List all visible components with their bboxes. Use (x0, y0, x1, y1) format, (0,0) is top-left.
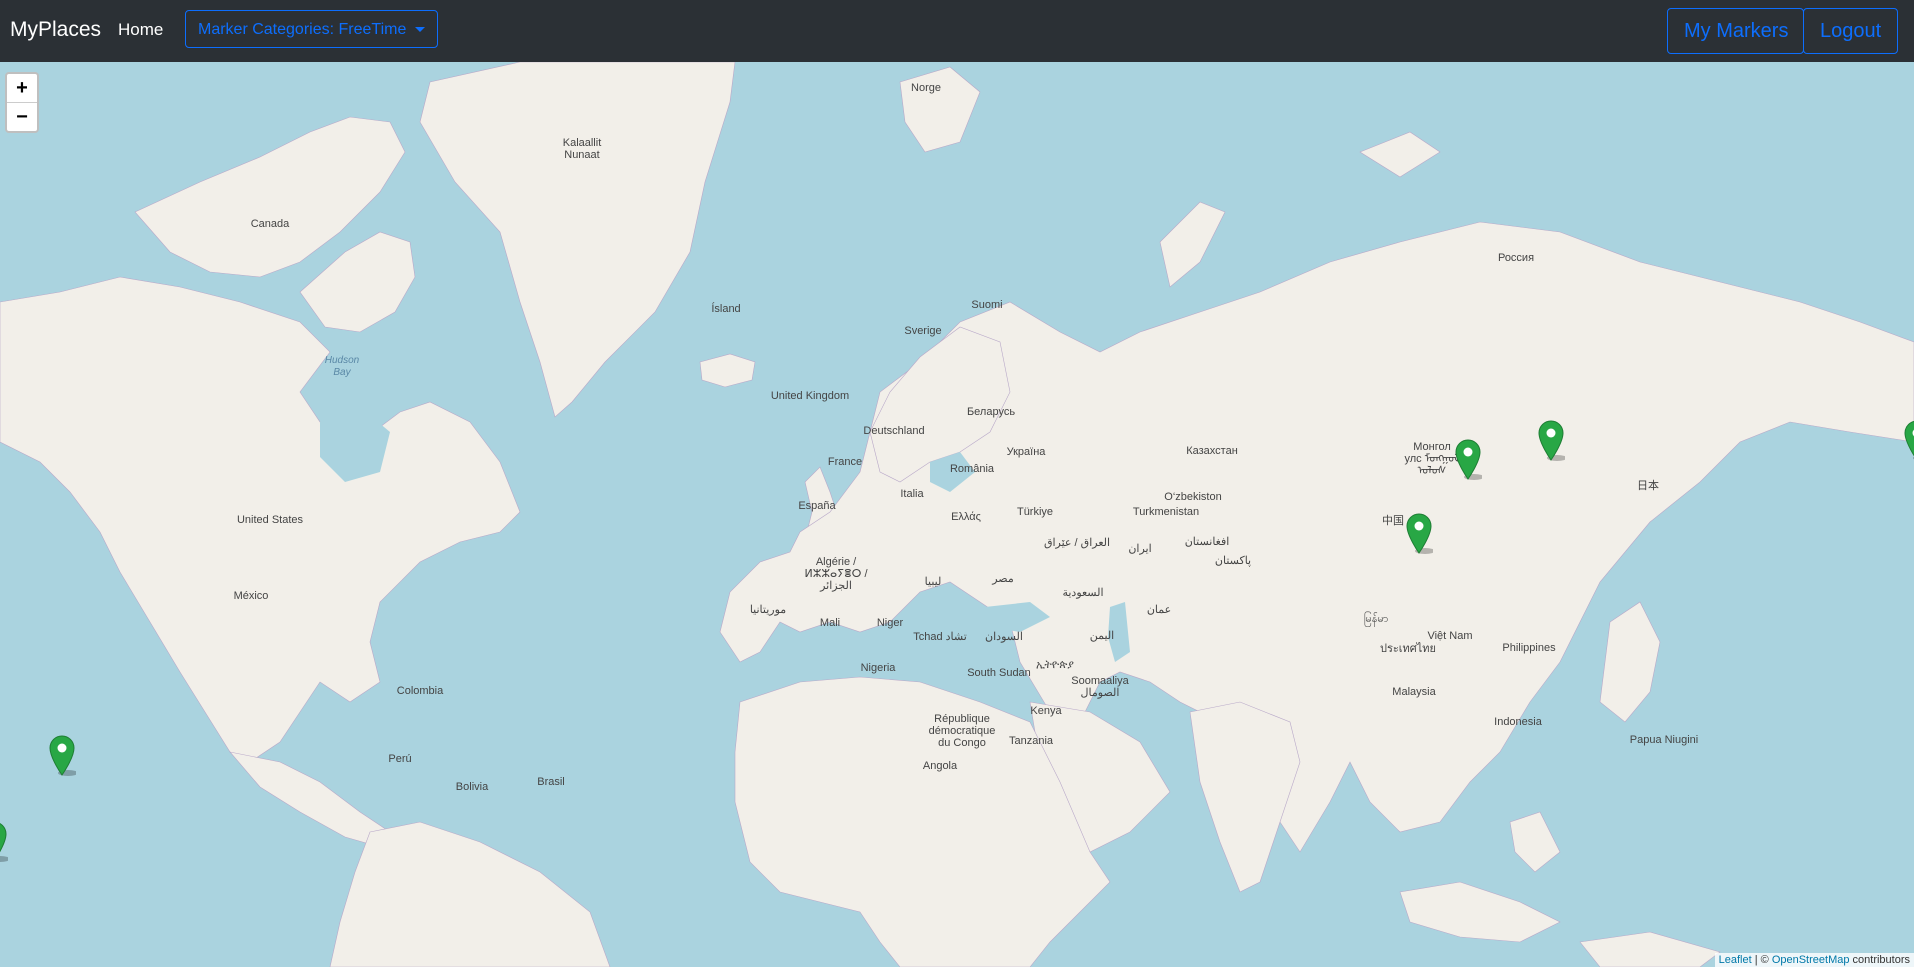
map-label-thailand: ประเทศไทย (1379, 643, 1437, 655)
land-philippines (1509, 811, 1561, 873)
zoom-control: + − (5, 72, 39, 133)
map-label-drc: République démocratique du Congo (928, 713, 996, 749)
map-label-pakistan: پاکستان (1214, 555, 1252, 567)
map-label-suomi: Suomi (971, 299, 1003, 311)
map-label-nigeria: Nigeria (860, 662, 896, 674)
map-label-colombia: Colombia (396, 685, 444, 697)
map-label-island: Ísland (711, 303, 741, 315)
land-severnaya-zemlya (1359, 131, 1441, 178)
map-label-mongol: Монгол улс ᠮᠣᠩᠭᠣᠯ ᠤᠯᠤᠰ (1404, 441, 1460, 477)
map-label-tchad: Tchad تشاد (913, 631, 967, 643)
map-label-indonesia: Indonesia (1494, 716, 1542, 728)
navbar: MyPlaces Home Marker Categories: FreeTim… (0, 0, 1914, 62)
leaflet-link[interactable]: Leaflet (1719, 954, 1752, 966)
brand-logo[interactable]: MyPlaces (10, 18, 101, 42)
land-svalbard (899, 66, 981, 153)
map-label-southsudan: South Sudan (967, 667, 1031, 679)
map-marker-pin[interactable] (1405, 512, 1435, 554)
land-central-america (229, 751, 391, 848)
map-label-uk: United Kingdom (770, 390, 850, 402)
attribution-contributors: contributors (1849, 954, 1910, 966)
map-label-mali: Mali (819, 617, 841, 629)
land-india (1189, 701, 1301, 893)
map-label-papua: Papua Niugini (1629, 734, 1699, 746)
map-label-uzbekistan: O‘zbekiston (1164, 491, 1222, 503)
caret-down-icon (414, 27, 425, 33)
map-label-somalia: Soomaaliya الصومال (1071, 675, 1129, 699)
map-label-misr: مصر (992, 573, 1014, 585)
osm-link[interactable]: OpenStreetMap (1772, 954, 1850, 966)
map-label-kazakhstan: Казахстан (1186, 445, 1238, 457)
zoom-in-button[interactable]: + (7, 74, 37, 103)
map-label-us: United States (236, 514, 304, 526)
map-label-espana: España (798, 500, 836, 512)
marker-categories-dropdown[interactable]: Marker Categories: FreeTime (185, 10, 438, 48)
attribution-separator: | © (1751, 954, 1772, 966)
land-japan (1599, 601, 1661, 723)
map-label-oman: عمان (1146, 604, 1172, 616)
map-label-romania: România (949, 463, 995, 475)
land-novaya-zemlya (1159, 201, 1226, 288)
zoom-out-button[interactable]: − (7, 103, 37, 131)
map-marker-pin[interactable] (1903, 419, 1914, 461)
logout-button[interactable]: Logout (1803, 8, 1898, 54)
map-label-libya: ليبيا (924, 576, 942, 588)
map-label-ethiopia: ኢትዮጵያ (1036, 659, 1074, 671)
map-label-turkmenistan: Turkmenistan (1132, 506, 1200, 518)
map-label-canada: Canada (250, 218, 290, 230)
map-label-sverige: Sverige (904, 325, 942, 337)
map-marker-pin[interactable] (48, 734, 79, 777)
map-label-turkiye: Türkiye (1016, 506, 1054, 518)
land-iceland (699, 353, 756, 388)
map-marker-pin[interactable] (0, 820, 10, 863)
my-markers-button[interactable]: My Markers (1667, 8, 1804, 54)
map-marker-pin[interactable] (1537, 419, 1567, 461)
map-label-mauritania: موريتانيا (749, 604, 787, 616)
map-label-hudson-bay: Hudson Bay (324, 355, 360, 378)
map-label-malaysia: Malaysia (1392, 686, 1436, 698)
map-label-yemen: اليمن (1089, 630, 1115, 642)
map-label-nihon: 日本 (1637, 480, 1659, 492)
map-label-iran: ایران (1128, 543, 1152, 555)
map-label-belarus: Беларусь (966, 406, 1016, 418)
map-label-ellas: Ελλάς (951, 511, 981, 523)
map-label-angola: Angola (922, 760, 958, 772)
map-label-peru: Perú (388, 753, 412, 765)
map-label-norge: Norge (911, 82, 941, 94)
map-label-myanmar: မြန်မာ (1363, 613, 1389, 625)
land-south-america (329, 821, 611, 967)
map-label-zhongguo: 中国 (1382, 515, 1404, 527)
map-label-brasil: Brasil (537, 776, 565, 788)
map-attribution: Leaflet | © OpenStreetMap contributors (1714, 953, 1914, 967)
map-label-deutschland: Deutschland (863, 425, 925, 437)
map-label-saudi: السعودية (1062, 587, 1104, 599)
map-label-bolivia: Bolivia (455, 781, 489, 793)
map-label-vietnam: Việt Nam (1427, 630, 1473, 642)
map-marker-pin[interactable] (1454, 438, 1484, 481)
map-label-kenya: Kenya (1030, 705, 1062, 717)
map-label-sudan: السودان (985, 631, 1023, 643)
nav-home-link[interactable]: Home (118, 20, 163, 40)
land-new-guinea (1579, 931, 1721, 967)
map-label-italia: Italia (900, 488, 924, 500)
map-label-kalaallit: Kalaallit Nunaat (562, 137, 602, 161)
map-view[interactable]: + − Norge Kalaallit Nunaat Canada Hudson… (0, 62, 1914, 967)
land-greenland (419, 62, 736, 418)
map-label-ukraina: Україна (1006, 446, 1046, 458)
map-label-afghanistan: افغانستان (1184, 536, 1230, 548)
map-label-niger: Niger (876, 617, 904, 629)
map-label-rossiya: Россия (1497, 252, 1535, 264)
map-label-france: France (827, 456, 863, 468)
map-label-philippines: Philippines (1502, 642, 1556, 654)
map-label-mexico: México (233, 590, 269, 602)
map-label-iraq: العراق / عێراق (1043, 537, 1111, 549)
map-label-algerie: Algérie / ⵍⵣⵣⴰⵢⴻⵔ / الجزائر (804, 556, 868, 592)
map-label-tanzania: Tanzania (1008, 735, 1054, 747)
marker-categories-label: Marker Categories: FreeTime (198, 21, 407, 38)
land-indonesia (1399, 881, 1561, 943)
